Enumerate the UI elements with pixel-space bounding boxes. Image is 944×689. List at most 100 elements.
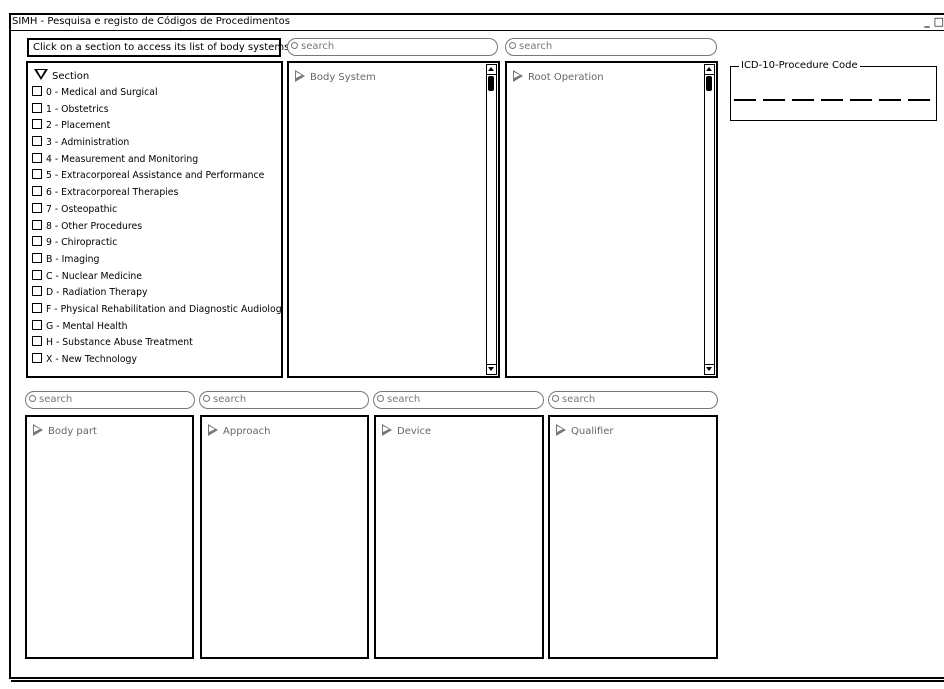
checkbox[interactable]	[32, 86, 42, 96]
checkbox[interactable]	[32, 286, 42, 297]
section-item-label: B - Imaging	[46, 253, 100, 265]
window-controls[interactable]: _ □	[924, 15, 944, 28]
title-bar: SIMH - Pesquisa e registo de Códigos de …	[11, 15, 944, 31]
expand-triangle-icon[interactable]	[33, 424, 43, 436]
root-operation-scrollbar[interactable]	[704, 64, 715, 375]
expand-triangle-icon[interactable]	[556, 424, 566, 436]
checkbox[interactable]	[32, 302, 42, 313]
qualifier-header[interactable]: Qualifier	[556, 422, 613, 438]
section-item[interactable]: 1 - Obstetrics	[32, 102, 281, 119]
qualifier-search-input[interactable]: search	[548, 391, 718, 409]
section-list: 0 - Medical and Surgical 1 - Obstetrics …	[32, 85, 283, 369]
device-search-input[interactable]: search	[373, 391, 544, 409]
section-item[interactable]: 9 - Chiropractic	[32, 235, 281, 252]
scroll-thumb[interactable]	[706, 76, 712, 91]
checkbox[interactable]	[32, 186, 42, 197]
expand-triangle-icon[interactable]	[513, 70, 523, 82]
root-operation-list[interactable]: Root Operation	[505, 61, 718, 378]
approach-header[interactable]: Approach	[208, 422, 271, 438]
section-item[interactable]: X - New Technology	[32, 352, 281, 369]
icd10-procedure-code-label: ICD-10-Procedure Code	[739, 59, 860, 72]
checkbox[interactable]	[32, 319, 42, 330]
section-item-label: 6 - Extracorporeal Therapies	[46, 187, 179, 199]
section-item[interactable]: 6 - Extracorporeal Therapies	[32, 185, 281, 202]
section-item-label: G - Mental Health	[46, 320, 128, 332]
body-system-list[interactable]: Body System	[287, 61, 500, 378]
section-item[interactable]: 4 - Measurement and Monitoring	[32, 152, 281, 169]
search-icon	[291, 42, 298, 49]
scroll-down-arrow-icon[interactable]	[705, 364, 714, 374]
search-placeholder: search	[39, 394, 73, 405]
body-system-scrollbar[interactable]	[486, 64, 497, 375]
approach-list[interactable]: Approach	[200, 415, 369, 659]
section-item[interactable]: 8 - Other Procedures	[32, 219, 281, 236]
checkbox[interactable]	[32, 236, 42, 247]
section-item-label: C - Nuclear Medicine	[46, 270, 143, 282]
qualifier-header-label: Qualifier	[571, 426, 614, 437]
section-item[interactable]: 5 - Extracorporeal Assistance and Perfor…	[32, 168, 281, 185]
checkbox[interactable]	[32, 152, 42, 163]
checkbox[interactable]	[32, 169, 42, 180]
body-part-list[interactable]: Body part	[25, 415, 194, 659]
section-item[interactable]: C - Nuclear Medicine	[32, 269, 281, 286]
search-placeholder: search	[562, 394, 596, 405]
device-list[interactable]: Device	[374, 415, 544, 659]
search-placeholder: search	[213, 394, 247, 405]
root-operation-header-label: Root Operation	[528, 72, 604, 83]
section-tree-header[interactable]: Section	[34, 68, 89, 83]
scroll-thumb[interactable]	[488, 76, 494, 91]
scroll-down-arrow-icon[interactable]	[487, 364, 496, 374]
root-operation-header[interactable]: Root Operation	[513, 68, 604, 84]
section-item[interactable]: B - Imaging	[32, 252, 281, 269]
section-item-label: 7 - Osteopathic	[46, 203, 118, 215]
checkbox[interactable]	[32, 336, 42, 347]
section-item[interactable]: G - Mental Health	[32, 319, 281, 336]
section-item[interactable]: D - Radiation Therapy	[32, 285, 281, 302]
root-operation-search-input[interactable]: search	[505, 38, 717, 56]
section-item[interactable]: H - Substance Abuse Treatment	[32, 335, 281, 352]
body-part-header[interactable]: Body part	[33, 422, 97, 438]
approach-header-label: Approach	[223, 426, 271, 437]
checkbox[interactable]	[32, 353, 42, 363]
checkbox[interactable]	[32, 252, 42, 263]
section-item[interactable]: 7 - Osteopathic	[32, 202, 281, 219]
section-item-label: 2 - Placement	[46, 120, 111, 132]
checkbox[interactable]	[32, 136, 42, 147]
expand-triangle-icon[interactable]	[382, 424, 392, 436]
checkbox[interactable]	[32, 202, 42, 213]
section-item-label: 4 - Measurement and Monitoring	[46, 153, 199, 165]
section-hint-label: Click on a section to access its list of…	[27, 38, 289, 57]
approach-search-input[interactable]: search	[199, 391, 369, 409]
section-item[interactable]: 3 - Administration	[32, 135, 281, 152]
section-item[interactable]: 0 - Medical and Surgical	[32, 85, 281, 102]
checkbox[interactable]	[32, 119, 42, 130]
body-system-header[interactable]: Body System	[295, 68, 376, 84]
search-icon	[29, 395, 36, 402]
search-icon	[377, 395, 384, 402]
section-item-label: 5 - Extracorporeal Assistance and Perfor…	[46, 170, 265, 182]
body-part-search-input[interactable]: search	[25, 391, 195, 409]
qualifier-list[interactable]: Qualifier	[548, 415, 718, 659]
expand-triangle-icon[interactable]	[295, 70, 305, 82]
device-header-label: Device	[397, 426, 432, 437]
search-placeholder: search	[387, 394, 421, 405]
section-item-label: 1 - Obstetrics	[46, 103, 109, 115]
section-item[interactable]: F - Physical Rehabilitation and Diagnost…	[32, 302, 283, 319]
collapse-triangle-icon[interactable]	[34, 69, 48, 80]
search-icon	[203, 395, 210, 402]
section-item-label: H - Substance Abuse Treatment	[46, 337, 193, 349]
search-icon	[509, 42, 516, 49]
section-item-label: 9 - Chiropractic	[46, 237, 118, 249]
body-system-search-input[interactable]: search	[287, 38, 498, 56]
checkbox[interactable]	[32, 102, 42, 113]
section-item[interactable]: 2 - Placement	[32, 118, 281, 135]
code-character-slots	[734, 99, 934, 101]
checkbox[interactable]	[32, 269, 42, 280]
expand-triangle-icon[interactable]	[208, 424, 218, 436]
scroll-up-arrow-icon[interactable]	[487, 65, 496, 75]
device-header[interactable]: Device	[382, 422, 431, 438]
checkbox[interactable]	[32, 219, 42, 230]
scroll-up-arrow-icon[interactable]	[705, 65, 714, 75]
section-item-label: F - Physical Rehabilitation and Diagnost…	[46, 303, 283, 315]
section-tree[interactable]: Section 0 - Medical and Surgical 1 - Obs…	[26, 61, 283, 378]
